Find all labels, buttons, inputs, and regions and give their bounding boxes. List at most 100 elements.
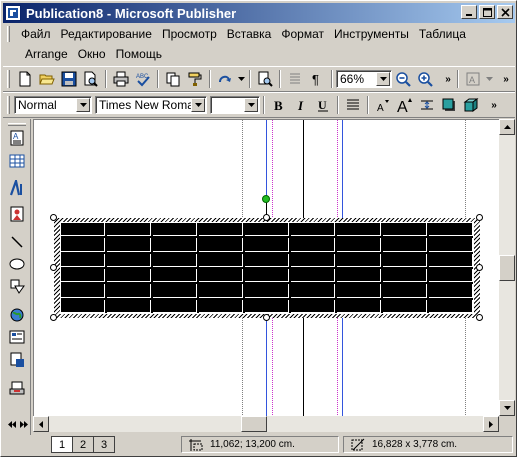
fill-color-button[interactable]	[438, 94, 460, 116]
scroll-down-button[interactable]	[499, 400, 515, 416]
table-object[interactable]	[54, 218, 480, 318]
bold-button[interactable]: B	[268, 94, 290, 116]
table-cell[interactable]	[61, 268, 105, 283]
menu-arrange[interactable]: Arrange	[20, 47, 73, 61]
table-cell[interactable]	[429, 253, 473, 267]
table-cell[interactable]	[107, 238, 151, 252]
zoom-dropdown-button[interactable]	[376, 72, 390, 86]
table-cell[interactable]	[107, 253, 151, 267]
table-cell[interactable]	[245, 253, 289, 267]
menu-format[interactable]: Формат	[276, 27, 329, 41]
table-cell[interactable]	[337, 238, 381, 252]
search-files-button[interactable]	[80, 68, 102, 90]
redo-dropdown[interactable]	[236, 68, 246, 90]
zoom-combo[interactable]: 66%	[336, 70, 392, 88]
zoom-in-button[interactable]	[414, 68, 436, 90]
form-control-tool[interactable]	[6, 326, 28, 348]
table-cell[interactable]	[199, 299, 243, 313]
table-cell[interactable]	[153, 223, 197, 237]
table-cell[interactable]	[61, 238, 105, 252]
redo-button[interactable]	[214, 68, 236, 90]
html-fragment-tool[interactable]	[6, 349, 28, 371]
new-button[interactable]	[14, 68, 36, 90]
table-cell[interactable]	[291, 223, 335, 237]
line-spacing-button[interactable]	[416, 94, 438, 116]
align-justify-button[interactable]	[342, 94, 364, 116]
increase-font-button[interactable]: A	[394, 94, 416, 116]
toolbar-grip[interactable]	[8, 123, 26, 126]
table-cell[interactable]	[107, 284, 151, 298]
save-button[interactable]	[58, 68, 80, 90]
table-cell[interactable]	[429, 238, 473, 252]
page-tab-2[interactable]: 2	[72, 436, 94, 453]
style-dropdown-button[interactable]	[76, 98, 90, 112]
menu-file[interactable]: Файл	[16, 27, 56, 41]
scroll-right-button[interactable]	[483, 416, 499, 432]
table-cell[interactable]	[383, 284, 427, 298]
resize-handle[interactable]	[263, 314, 270, 321]
close-button[interactable]	[497, 5, 513, 19]
autoshapes-tool[interactable]	[6, 275, 28, 297]
table-cell[interactable]	[337, 284, 381, 298]
toolbar-grip[interactable]	[7, 70, 10, 88]
table-grid[interactable]	[60, 222, 474, 314]
resize-handle[interactable]	[50, 314, 57, 321]
table-cell[interactable]	[153, 299, 197, 313]
table-cell[interactable]	[383, 253, 427, 267]
font-combo[interactable]: Times New Roman	[95, 96, 207, 114]
hotspot-tool[interactable]	[6, 304, 28, 326]
toolbar-grip[interactable]	[7, 96, 10, 114]
table-cell[interactable]	[291, 299, 335, 313]
print-button[interactable]	[110, 68, 132, 90]
page-nav-arrows[interactable]	[3, 416, 33, 432]
oval-tool[interactable]	[6, 253, 28, 275]
menu-insert[interactable]: Вставка	[222, 27, 277, 41]
3d-button[interactable]	[460, 94, 482, 116]
table-cell[interactable]	[61, 253, 105, 267]
resize-handle[interactable]	[476, 314, 483, 321]
spelling-button[interactable]: ABC	[132, 68, 154, 90]
table-cell[interactable]	[199, 284, 243, 298]
underline-button[interactable]: U	[312, 94, 334, 116]
table-cell[interactable]	[291, 253, 335, 267]
table-cell[interactable]	[153, 238, 197, 252]
table-cell[interactable]	[245, 223, 289, 237]
wordart-tool[interactable]	[6, 177, 28, 199]
page-tab-1[interactable]: 1	[51, 436, 73, 453]
title-bar[interactable]: Publication8 - Microsoft Publisher	[3, 3, 515, 23]
picture-frame-tool[interactable]	[6, 203, 28, 225]
menu-table[interactable]: Таблица	[414, 27, 471, 41]
table-cell[interactable]	[107, 268, 151, 283]
table-cell[interactable]	[337, 223, 381, 237]
table-cell[interactable]	[107, 299, 151, 313]
vertical-scroll-thumb[interactable]	[499, 255, 515, 281]
font-size-combo[interactable]	[210, 96, 260, 114]
horizontal-scroll-thumb[interactable]	[241, 416, 267, 432]
menu-grip[interactable]	[7, 26, 10, 42]
table-cell[interactable]	[383, 299, 427, 313]
format-painter-button[interactable]	[184, 68, 206, 90]
style-combo[interactable]: Normal	[14, 96, 92, 114]
table-cell[interactable]	[337, 299, 381, 313]
table-cell[interactable]	[199, 268, 243, 283]
table-cell[interactable]	[245, 299, 289, 313]
menu-view[interactable]: Просмотр	[157, 27, 222, 41]
resize-handle[interactable]	[476, 264, 483, 271]
table-cell[interactable]	[153, 284, 197, 298]
resize-handle[interactable]	[50, 264, 57, 271]
table-tool[interactable]	[6, 150, 28, 172]
table-cell[interactable]	[61, 284, 105, 298]
scroll-left-button[interactable]	[33, 416, 49, 432]
table-cell[interactable]	[245, 238, 289, 252]
toolbar-options-button-3[interactable]: »	[488, 100, 500, 111]
toolbar-options-button-2[interactable]: »	[500, 74, 512, 85]
resize-handle[interactable]	[476, 214, 483, 221]
table-cell[interactable]	[383, 238, 427, 252]
table-cell[interactable]	[61, 223, 105, 237]
show-formatting-button[interactable]: ¶	[306, 68, 328, 90]
text-box-tool[interactable]: A	[6, 127, 28, 149]
table-cell[interactable]	[383, 268, 427, 283]
maximize-button[interactable]	[479, 5, 495, 19]
print-preview-button[interactable]	[254, 68, 276, 90]
font-dropdown-button[interactable]	[191, 98, 205, 112]
